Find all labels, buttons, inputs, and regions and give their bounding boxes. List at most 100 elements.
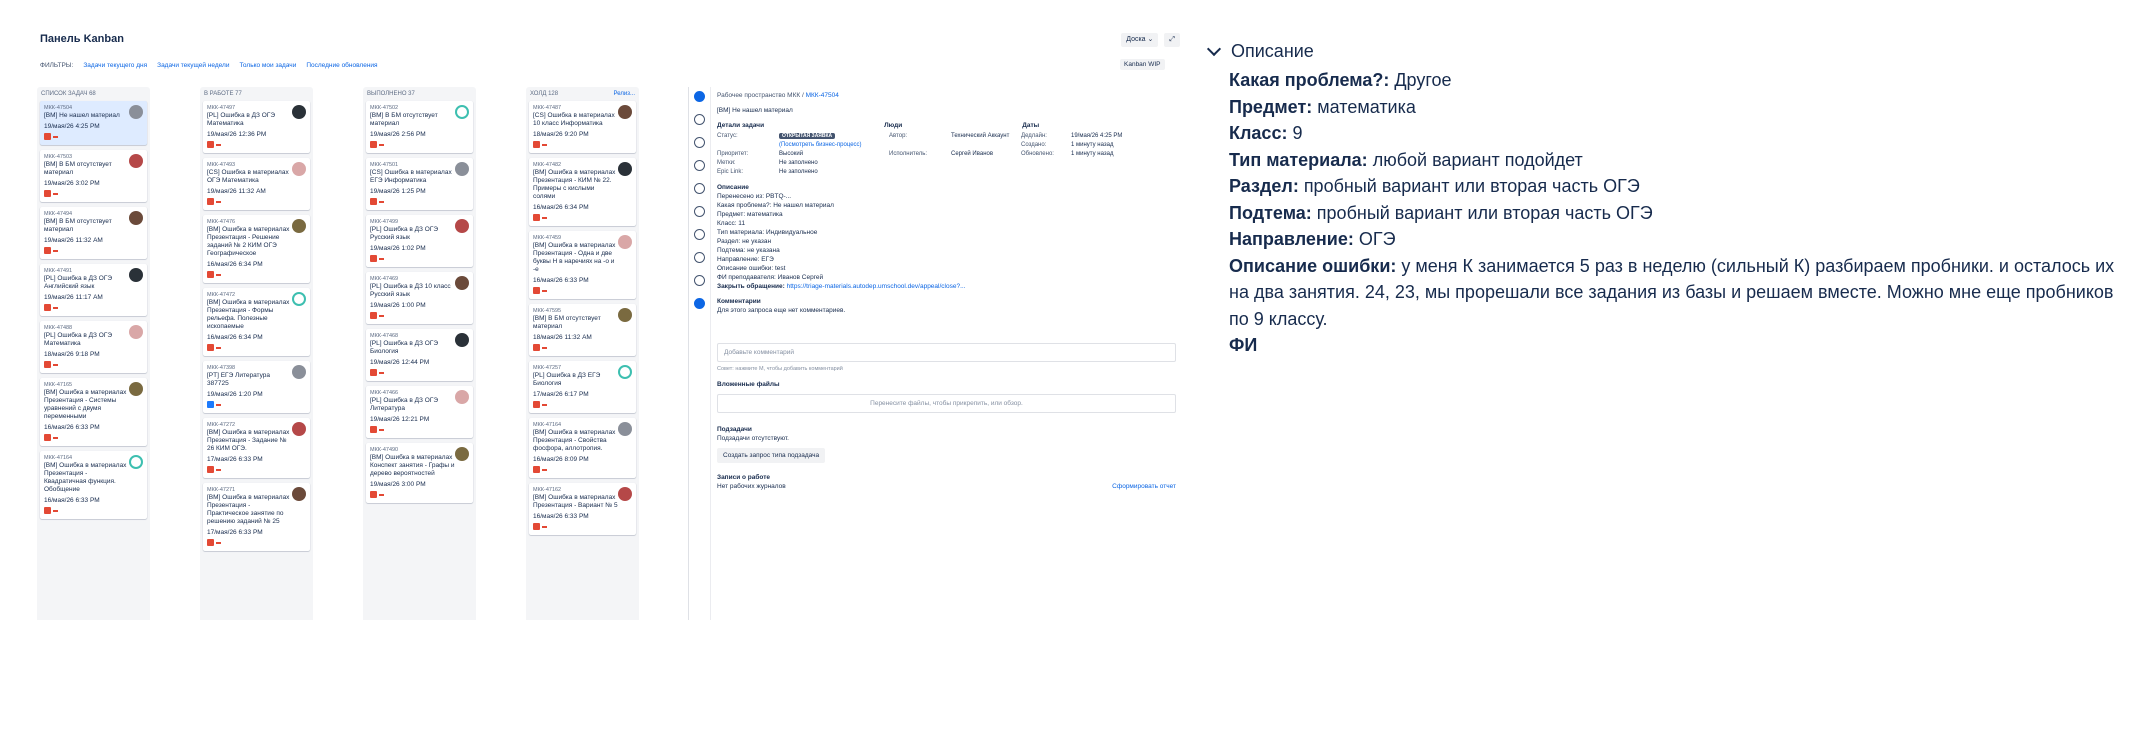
workflow-link[interactable]: (Посмотреть бизнес-процесс)	[779, 141, 889, 150]
assignee-avatar[interactable]	[455, 276, 469, 290]
assignee-avatar[interactable]	[129, 455, 143, 469]
issue-card[interactable]: МКК-47468 [PL] Ошибка в ДЗ ОГЭ Биология 19…	[366, 329, 473, 381]
assignee-avatar[interactable]	[455, 105, 469, 119]
calendar-icon[interactable]	[694, 298, 705, 309]
assignee-avatar[interactable]	[618, 105, 632, 119]
assignee-avatar[interactable]	[455, 333, 469, 347]
filter-icon[interactable]	[694, 137, 705, 148]
create-subtask-button[interactable]: Создать запрос типа подзадача	[717, 448, 826, 463]
issue-card[interactable]: МКК-47472 [ВМ] Ошибка в материалах Презен…	[203, 288, 310, 356]
issue-summary: [PL] Ошибка в ДЗ ОГЭ Английский язык	[44, 275, 113, 290]
epic-value[interactable]: Не заполнено	[779, 168, 889, 177]
section-people[interactable]: Люди	[884, 121, 902, 130]
assignee-avatar[interactable]	[618, 235, 632, 249]
assignee-avatar[interactable]	[292, 422, 306, 436]
assignee-avatar[interactable]	[292, 487, 306, 501]
close-appeal-link[interactable]: https://triage-materials.autodep.umschoo…	[787, 283, 966, 290]
issue-card[interactable]: МКК-47271 [ВМ] Ошибка в материалах Презен…	[203, 483, 310, 551]
code-icon[interactable]	[694, 275, 705, 286]
issue-card[interactable]: МКК-47398 [PT] ЕГЭ Литература 387725 19/ма…	[203, 361, 310, 413]
issue-card[interactable]: МКК-47257 [PL] Ошибка в ДЗ ЕГЭ Биология 17…	[529, 361, 636, 413]
section-description[interactable]: Описание	[717, 183, 1176, 192]
board-select-button[interactable]: Доска ⌄	[1121, 33, 1159, 47]
assignee-avatar[interactable]	[618, 308, 632, 322]
filter-today[interactable]: Задачи текущего дня	[83, 62, 147, 69]
issue-card[interactable]: МКК-47459 [ВМ] Ошибка в материалах Презен…	[529, 231, 636, 299]
attachment-icon[interactable]	[694, 183, 705, 194]
assignee-avatar[interactable]	[292, 162, 306, 176]
chevron-down-icon[interactable]	[1206, 41, 1222, 57]
assignee-avatar[interactable]	[455, 447, 469, 461]
report-link[interactable]: Сформировать отчет	[1112, 482, 1176, 491]
issue-card[interactable]: МКК-47490 [ВМ] Ошибка в материалах Конспе…	[366, 443, 473, 503]
add-comment-input[interactable]: Добавьте комментарий	[717, 343, 1176, 362]
issue-card[interactable]: МКК-47272 [ВМ] Ошибка в материалах Презен…	[203, 418, 310, 478]
section-attachments[interactable]: Вложенные файлы	[717, 380, 1176, 389]
issue-card[interactable]: МКК-47487 [CS] Ошибка в материалах 10 кла…	[529, 101, 636, 153]
author-value[interactable]: Технический Аккаунт	[951, 132, 1021, 141]
assignee-avatar[interactable]	[455, 162, 469, 176]
issue-key-link[interactable]: МКК-47504	[806, 92, 839, 99]
section-comments[interactable]: Комментарии	[717, 297, 1176, 306]
assignee-avatar[interactable]	[455, 390, 469, 404]
description-header[interactable]: Описание	[1205, 40, 2138, 62]
issue-card[interactable]: МКК-47499 [PL] Ошибка в ДЗ ОГЭ Русский яз…	[366, 215, 473, 267]
assignee-avatar[interactable]	[618, 422, 632, 436]
issue-card[interactable]: МКК-47164 [ВМ] Ошибка в материалах Презен…	[40, 451, 147, 519]
list-icon[interactable]	[694, 229, 705, 240]
issue-card[interactable]: МКК-47491 [PL] Ошибка в ДЗ ОГЭ Английский…	[40, 264, 147, 316]
section-subtasks[interactable]: Подзадачи	[717, 425, 1176, 434]
info-icon[interactable]	[694, 114, 705, 125]
kanban-wip-button[interactable]: Kanban WIP	[1120, 59, 1165, 70]
filter-recent[interactable]: Последние обновления	[306, 62, 377, 69]
filter-week[interactable]: Задачи текущей недели	[157, 62, 229, 69]
status-badge[interactable]: ОТКРЫТАЯ ЗАЯВКА	[779, 133, 836, 139]
issue-card[interactable]: МКК-47164 [ВМ] Ошибка в материалах Презен…	[529, 418, 636, 478]
column-action-link[interactable]: Релиз...	[614, 91, 635, 97]
issue-date: 19/мая/26 11:32 AM	[44, 237, 103, 244]
assignee-avatar[interactable]	[129, 268, 143, 282]
section-worklog[interactable]: Записи о работе	[717, 473, 1176, 482]
assignee-avatar[interactable]	[129, 105, 143, 119]
issue-card[interactable]: МКК-47504 [ВМ] Не нашел материал 19/мая/26…	[40, 101, 147, 145]
assignee-avatar[interactable]	[129, 154, 143, 168]
assignee-avatar[interactable]	[618, 365, 632, 379]
assignee-avatar[interactable]	[618, 162, 632, 176]
issue-card[interactable]: МКК-47162 [ВМ] Ошибка в материалах Презен…	[529, 483, 636, 535]
breadcrumb-prefix: Рабочее пространство МКК /	[717, 92, 804, 99]
filter-mine[interactable]: Только мои задачи	[239, 62, 296, 69]
issue-card[interactable]: МКК-47497 [PL] Ошибка в ДЗ ОГЭ Математика…	[203, 101, 310, 153]
section-details[interactable]: Детали задачи	[717, 121, 764, 130]
assignee-avatar[interactable]	[129, 211, 143, 225]
assignee-avatar[interactable]	[618, 487, 632, 501]
issue-card[interactable]: МКК-47165 [ВМ] Ошибка в материалах Презен…	[40, 378, 147, 446]
assignee-avatar[interactable]	[455, 219, 469, 233]
assignee-avatar[interactable]	[129, 325, 143, 339]
issue-card[interactable]: МКК-47482 [ВМ] Ошибка в материалах Презен…	[529, 158, 636, 226]
assignee-avatar[interactable]	[129, 382, 143, 396]
priority-value[interactable]: Высокий	[779, 150, 889, 159]
issue-card[interactable]: МКК-47493 [CS] Ошибка в материалах ОГЭ Ма…	[203, 158, 310, 210]
comment-icon[interactable]	[694, 160, 705, 171]
issue-card[interactable]: МКК-47501 [CS] Ошибка в материалах ЕГЭ Ин…	[366, 158, 473, 210]
issue-card[interactable]: МКК-47469 [PL] Ошибка в ДЗ 10 класс Русск…	[366, 272, 473, 324]
labels-value[interactable]: Не заполнено	[779, 159, 889, 168]
section-dates[interactable]: Даты	[1022, 121, 1039, 130]
issue-card[interactable]: МКК-47503 [ВМ] В БМ отсутствует материал 1…	[40, 150, 147, 202]
assignee-value[interactable]: Сергей Иванов	[951, 150, 1021, 159]
assignee-avatar[interactable]	[292, 219, 306, 233]
assignee-avatar[interactable]	[292, 292, 306, 306]
hierarchy-icon[interactable]	[694, 252, 705, 263]
attachment-dropzone[interactable]: Перенесите файлы, чтобы прикрепить, или …	[717, 394, 1176, 413]
issue-card[interactable]: МКК-47502 [ВМ] В БМ отсутствует материал 1…	[366, 101, 473, 153]
subtask-icon[interactable]	[694, 206, 705, 217]
assignee-avatar[interactable]	[292, 365, 306, 379]
created-label: Создано:	[1021, 142, 1047, 148]
assignee-avatar[interactable]	[292, 105, 306, 119]
issue-card[interactable]: МКК-47466 [PL] Ошибка в ДЗ ОГЭ Литература…	[366, 386, 473, 438]
issue-card[interactable]: МКК-47595 [ВМ] В БМ отсутствует материал 1…	[529, 304, 636, 356]
expand-icon[interactable]: ⤢	[1164, 33, 1180, 47]
issue-card[interactable]: МКК-47488 [PL] Ошибка в ДЗ ОГЭ Математика…	[40, 321, 147, 373]
issue-card[interactable]: МКК-47476 [ВМ] Ошибка в материалах Презен…	[203, 215, 310, 283]
issue-card[interactable]: МКК-47494 [ВМ] В БМ отсутствует материал 1…	[40, 207, 147, 259]
